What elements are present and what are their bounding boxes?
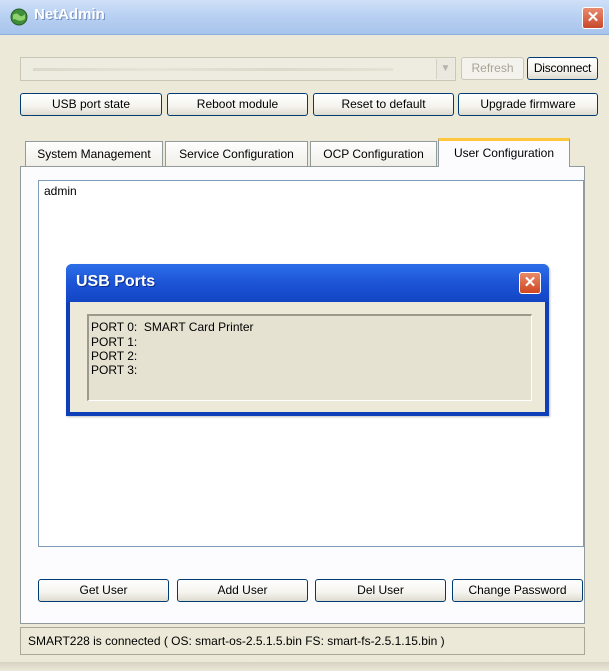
usb-port-state-button[interactable]: USB port state — [20, 93, 162, 116]
del-user-button[interactable]: Del User — [315, 579, 446, 602]
close-icon: ✕ — [523, 274, 537, 291]
connection-combobox[interactable]: ▼ — [20, 57, 456, 81]
tab-system-management[interactable]: System Management — [25, 141, 163, 166]
dialog-body: PORT 0: SMART Card Printer PORT 1: PORT … — [70, 302, 545, 412]
refresh-button[interactable]: Refresh — [461, 57, 524, 80]
chevron-down-icon[interactable]: ▼ — [436, 59, 454, 79]
reboot-module-button[interactable]: Reboot module — [167, 93, 308, 116]
dialog-titlebar[interactable]: USB Ports ✕ — [66, 264, 549, 302]
port-line-0: PORT 0: SMART Card Printer — [91, 320, 254, 334]
port-line-3: PORT 3: — [91, 363, 138, 377]
window-bottom-edge — [0, 662, 609, 671]
globe-app-icon — [10, 8, 28, 26]
list-item[interactable]: admin — [44, 184, 77, 198]
dialog-title: USB Ports — [76, 273, 156, 290]
usb-ports-dialog: USB Ports ✕ PORT 0: SMART Card Printer P… — [66, 264, 549, 416]
change-password-button[interactable]: Change Password — [452, 579, 583, 602]
close-button[interactable]: ✕ — [582, 7, 604, 29]
tab-ocp-configuration[interactable]: OCP Configuration — [310, 141, 437, 166]
status-text: SMART228 is connected ( OS: smart-os-2.5… — [28, 634, 445, 648]
tab-service-configuration[interactable]: Service Configuration — [165, 141, 308, 166]
port-line-1: PORT 1: — [91, 335, 138, 349]
window-title: NetAdmin — [34, 6, 105, 23]
close-icon: ✕ — [586, 9, 600, 26]
add-user-button[interactable]: Add User — [177, 579, 308, 602]
usb-ports-textbox[interactable]: PORT 0: SMART Card Printer PORT 1: PORT … — [87, 314, 532, 401]
reset-to-default-button[interactable]: Reset to default — [313, 93, 454, 116]
connection-value-blurred — [33, 68, 393, 71]
disconnect-button[interactable]: Disconnect — [527, 57, 598, 80]
port-line-2: PORT 2: — [91, 349, 138, 363]
upgrade-firmware-button[interactable]: Upgrade firmware — [458, 93, 598, 116]
dialog-close-button[interactable]: ✕ — [519, 272, 541, 294]
tab-user-configuration[interactable]: User Configuration — [438, 138, 570, 167]
get-user-button[interactable]: Get User — [38, 579, 169, 602]
